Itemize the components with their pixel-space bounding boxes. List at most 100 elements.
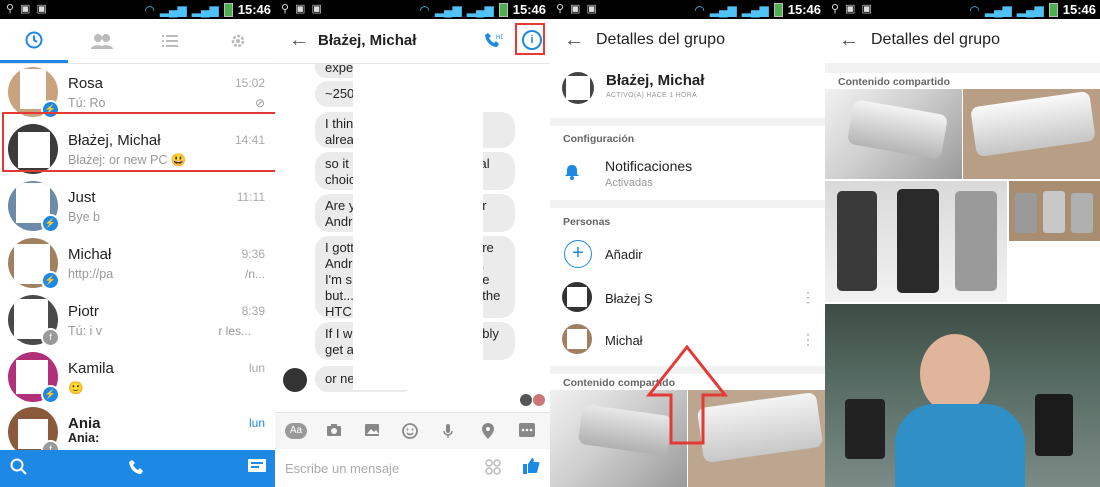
details-header: ← Detalles del grupo <box>825 19 1100 63</box>
signal-icon: ▂▄▆ <box>191 2 219 17</box>
add-people-row[interactable]: + Añadir <box>550 235 825 275</box>
signal-icon: ▂▄▆ <box>709 2 737 17</box>
chat-item-piotr[interactable]: f Piotr 8:39 Tú: i v r les... <box>0 291 275 348</box>
group-details-screen: ⚲▣▣ ◠ ▂▄▆ ▂▄▆ 15:46 ← Detalles del grupo… <box>550 0 825 487</box>
list-icon <box>162 35 178 47</box>
compose-icon[interactable] <box>247 458 267 479</box>
shared-photo[interactable] <box>1009 181 1100 241</box>
camera-icon[interactable] <box>326 423 342 441</box>
person-name: Michał <box>605 333 643 348</box>
section-people: Personas <box>563 216 611 228</box>
wifi-icon: ◠ <box>694 2 705 17</box>
add-icon: + <box>564 240 592 268</box>
back-arrow-icon[interactable]: ← <box>839 29 859 52</box>
bell-icon <box>565 164 579 185</box>
signal-icon: ▂▄▆ <box>466 2 494 17</box>
chat-time: lun <box>248 416 265 430</box>
chat-name: Piotr <box>68 303 99 320</box>
chat-preview-tail: r les... <box>218 324 251 338</box>
details-header: ← Detalles del grupo <box>550 19 825 63</box>
tab-groups[interactable] <box>68 19 136 63</box>
call-hd-icon[interactable]: HD <box>485 31 505 54</box>
composer-toolbar: Aa <box>275 412 550 449</box>
message-input[interactable]: Escribe un mensaje <box>285 461 399 476</box>
chat-preview: Ania: <box>68 431 100 445</box>
notifications-status: Activadas <box>605 177 653 189</box>
stickers-icon[interactable] <box>485 459 501 480</box>
search-icon[interactable] <box>10 458 28 481</box>
signal-icon: ▂▄▆ <box>159 2 187 17</box>
more-icon[interactable] <box>519 423 535 441</box>
chat-name: Rosa <box>68 75 104 92</box>
emoji-icon[interactable] <box>402 423 418 443</box>
people-icon <box>91 34 113 49</box>
wifi-icon: ◠ <box>419 2 430 17</box>
gear-icon <box>231 34 245 48</box>
section-shared-content: Contenido compartido <box>838 76 950 88</box>
top-tabs <box>0 19 275 64</box>
info-icon: i <box>522 30 542 50</box>
chat-time: 8:39 <box>241 304 265 318</box>
conversation-title: Błażej, Michał <box>318 32 417 49</box>
status-bar: ⚲▣▣ ◠ ▂▄▆ ▂▄▆ 15:46 <box>825 0 1100 19</box>
highlight-box <box>2 112 275 172</box>
chat-item-kamila[interactable]: ⚡ Kamila lun 🙂 <box>0 348 275 405</box>
status-bar: ⚲▣▣ ◠ ▂▄▆ ▂▄▆ 15:46 <box>550 0 825 19</box>
notifications-row[interactable]: Notificaciones Activadas <box>550 150 825 200</box>
call-icon[interactable] <box>128 458 146 481</box>
tab-recent[interactable] <box>0 19 68 63</box>
chat-preview: Tú: Ro <box>68 96 106 110</box>
notification-icons: ⚲▣▣ <box>6 3 53 15</box>
gallery-icon[interactable] <box>364 423 380 441</box>
text-format-icon[interactable]: Aa <box>285 423 307 439</box>
read-receipt-avatar <box>533 394 545 406</box>
battery-icon <box>773 2 783 17</box>
notification-icons: ⚲▣▣ <box>831 3 878 15</box>
back-arrow-icon[interactable]: ← <box>564 29 584 52</box>
shared-photo[interactable] <box>825 304 1100 487</box>
shared-photo[interactable] <box>825 181 1007 302</box>
thumbs-up-icon[interactable] <box>522 457 540 480</box>
chat-preview: http://pa <box>68 267 114 281</box>
chat-name: Kamila <box>68 360 114 377</box>
info-button[interactable]: i <box>515 23 545 55</box>
shared-content-screen: ⚲▣▣ ◠ ▂▄▆ ▂▄▆ 15:46 ← Detalles del grupo… <box>825 0 1100 487</box>
message-composer[interactable]: Escribe un mensaje <box>275 449 550 487</box>
group-name: Błażej, Michał <box>606 72 705 89</box>
avatar <box>562 324 592 354</box>
wifi-icon: ◠ <box>969 2 980 17</box>
signal-icon: ▂▄▆ <box>434 2 462 17</box>
microphone-icon[interactable] <box>442 423 454 443</box>
divider <box>550 118 825 126</box>
sender-avatar <box>283 368 307 392</box>
shared-photo[interactable] <box>963 89 1100 179</box>
svg-text:HD: HD <box>496 35 503 41</box>
tab-people[interactable] <box>136 19 204 63</box>
signal-icon: ▂▄▆ <box>984 2 1012 17</box>
signal-icon: ▂▄▆ <box>741 2 769 17</box>
chat-preview: Bye b <box>68 210 100 224</box>
bottom-action-bar <box>0 450 275 487</box>
more-vertical-icon[interactable]: ⋮ <box>801 289 815 306</box>
shared-photo[interactable] <box>825 89 962 179</box>
status-time: 15:46 <box>237 2 271 17</box>
status-bar: ⚲▣▣ ◠ ▂▄▆ ▂▄▆ 15:46 <box>0 0 275 19</box>
notifications-title: Notificaciones <box>605 158 693 174</box>
person-name: Błażej S <box>605 291 653 306</box>
chat-item-just[interactable]: ⚡ Just 11:11 Bye b <box>0 177 275 234</box>
add-people-label: Añadir <box>605 247 643 262</box>
sent-status-icon: ⊘ <box>254 96 265 110</box>
chat-item-michal[interactable]: ⚡ Michał 9:36 http://pa /n... <box>0 234 275 291</box>
battery-icon <box>498 2 508 17</box>
tab-settings[interactable] <box>204 19 272 63</box>
status-time: 15:46 <box>1062 2 1096 17</box>
chat-time: 9:36 <box>241 247 265 261</box>
signal-icon: ▂▄▆ <box>1016 2 1044 17</box>
back-arrow-icon[interactable]: ← <box>289 29 309 52</box>
chat-name: Just <box>68 189 96 206</box>
location-icon[interactable] <box>482 423 494 443</box>
more-vertical-icon[interactable]: ⋮ <box>801 331 815 348</box>
status-bar: ⚲▣▣ ◠ ▂▄▆ ▂▄▆ 15:46 <box>275 0 550 19</box>
person-row[interactable]: Błażej S ⋮ <box>550 280 825 320</box>
conversation-header: ← Błażej, Michał HD i <box>275 19 550 64</box>
